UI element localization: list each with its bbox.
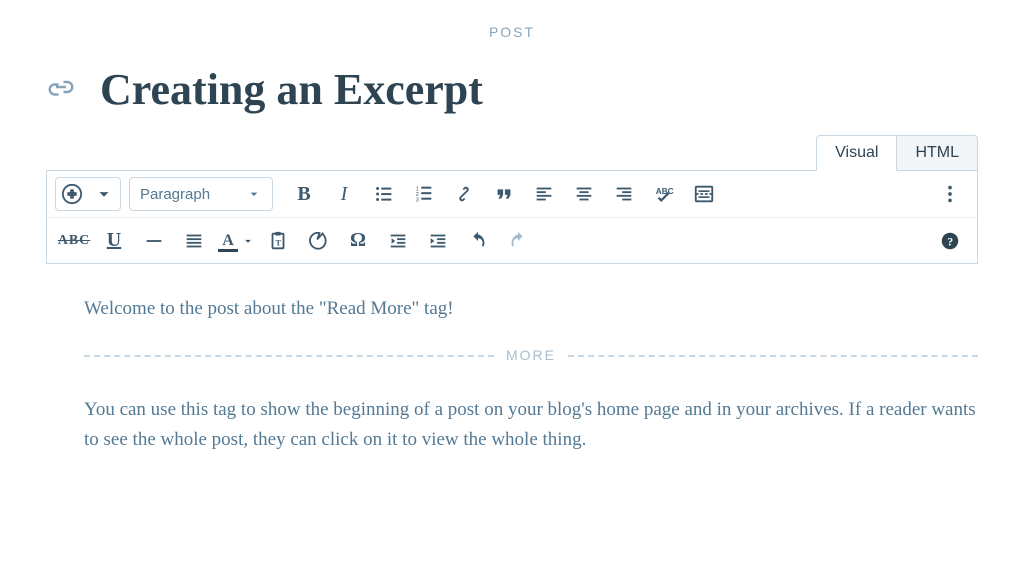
align-left-button[interactable]	[525, 175, 563, 213]
post-title[interactable]: Creating an Excerpt	[100, 64, 483, 115]
add-content-dropdown[interactable]	[88, 178, 120, 210]
svg-text:3: 3	[416, 197, 419, 203]
blockquote-button[interactable]	[485, 175, 523, 213]
read-more-button[interactable]	[685, 175, 723, 213]
paste-as-text-button[interactable]: T	[259, 222, 297, 260]
permalink-icon[interactable]	[46, 72, 76, 107]
tab-html[interactable]: HTML	[897, 135, 978, 171]
align-justify-button[interactable]	[175, 222, 213, 260]
editor-mode-tabs: Visual HTML	[46, 135, 978, 171]
align-center-button[interactable]	[565, 175, 603, 213]
divider-dash	[568, 355, 978, 357]
underline-button[interactable]: U	[95, 222, 133, 260]
spellcheck-button[interactable]: ABC	[645, 175, 683, 213]
insert-content-group	[55, 177, 121, 211]
divider-dash	[84, 355, 494, 357]
more-label: MORE	[506, 345, 556, 367]
chevron-down-icon	[241, 234, 255, 248]
chevron-down-icon	[246, 186, 262, 202]
text-color-button[interactable]: A	[215, 222, 257, 260]
bold-button[interactable]: B	[285, 175, 323, 213]
undo-button[interactable]	[459, 222, 497, 260]
italic-button[interactable]: I	[325, 175, 363, 213]
post-type-label: POST	[0, 0, 1024, 40]
help-button[interactable]: ?	[931, 222, 969, 260]
svg-text:T: T	[276, 238, 282, 247]
read-more-divider[interactable]: MORE	[84, 345, 978, 367]
editor-toolbar: Paragraph B I 123	[46, 170, 978, 264]
horizontal-rule-button[interactable]	[135, 222, 173, 260]
link-button[interactable]	[445, 175, 483, 213]
format-select-label: Paragraph	[140, 186, 210, 203]
svg-text:?: ?	[947, 234, 953, 248]
redo-button[interactable]	[499, 222, 537, 260]
content-paragraph: You can use this tag to show the beginni…	[84, 395, 978, 454]
remove-formatting-button[interactable]	[299, 222, 337, 260]
strikethrough-button[interactable]: ABC	[55, 222, 93, 260]
align-right-button[interactable]	[605, 175, 643, 213]
kitchen-sink-toggle[interactable]	[931, 175, 969, 213]
bullet-list-button[interactable]	[365, 175, 403, 213]
tab-visual[interactable]: Visual	[816, 135, 897, 171]
editor-content-area[interactable]: Welcome to the post about the "Read More…	[0, 264, 1024, 454]
svg-text:ABC: ABC	[656, 187, 674, 196]
content-paragraph: Welcome to the post about the "Read More…	[84, 294, 978, 323]
indent-button[interactable]	[419, 222, 457, 260]
add-content-button[interactable]	[56, 178, 88, 210]
numbered-list-button[interactable]: 123	[405, 175, 443, 213]
paragraph-format-select[interactable]: Paragraph	[129, 177, 273, 211]
special-character-button[interactable]: Ω	[339, 222, 377, 260]
outdent-button[interactable]	[379, 222, 417, 260]
